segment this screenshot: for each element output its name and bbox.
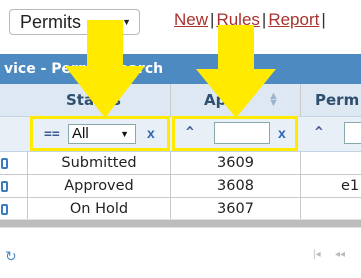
column-header-row: Status App ▲▼ Perm [0, 84, 361, 117]
status-filter-highlight [30, 116, 170, 151]
column-divider [300, 198, 301, 220]
perm-cell: e1 [341, 178, 360, 194]
arrow-down-icon [196, 25, 276, 118]
app-cell: 3607 [217, 201, 254, 217]
perm-cell [335, 198, 361, 220]
lock-icon[interactable] [1, 181, 8, 192]
perm-cell [335, 152, 361, 174]
scrollbar-thumb[interactable] [0, 220, 361, 227]
table-row[interactable]: On Hold 3607 [0, 198, 361, 221]
starts-with-operator[interactable]: ^ [315, 125, 323, 140]
lock-icon[interactable] [1, 158, 8, 169]
prev-page-icon[interactable]: ◂◂ [335, 249, 345, 260]
column-divider [300, 84, 301, 116]
grid-title: vice - Permit Search [0, 54, 361, 84]
first-page-icon[interactable]: |◂ [313, 249, 321, 260]
app-filter-highlight [172, 116, 298, 151]
perm-filter-input[interactable] [344, 122, 361, 144]
column-divider [170, 84, 171, 116]
pager: ↻ |◂ ◂◂ [0, 236, 361, 278]
table-row[interactable]: Approved 3608 e1 [0, 175, 361, 198]
lock-icon[interactable] [1, 204, 8, 215]
arrow-down-icon [65, 20, 145, 118]
status-cell: On Hold [69, 201, 129, 217]
column-header-perm[interactable]: Perm [315, 84, 359, 116]
column-divider [300, 152, 301, 174]
refresh-icon[interactable]: ↻ [5, 248, 17, 265]
table-row[interactable]: Submitted 3609 [0, 152, 361, 175]
status-cell: Approved [64, 178, 134, 194]
status-cell: Submitted [61, 155, 137, 171]
column-divider [300, 175, 301, 197]
app-cell: 3609 [217, 155, 254, 171]
app-cell: 3608 [217, 178, 254, 194]
